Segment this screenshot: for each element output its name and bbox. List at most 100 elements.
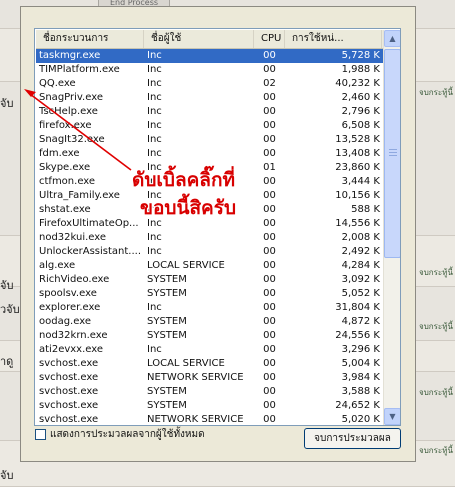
process-row[interactable]: fdm.exe Inc 00 13,408 K [36, 147, 383, 161]
process-row[interactable]: svchost.exe SYSTEM 00 24,652 K [36, 399, 383, 413]
process-memory: 3,296 K [341, 344, 380, 355]
background-link[interactable]: จบกระทู้นี้ [419, 320, 455, 333]
process-row[interactable]: RichVideo.exe SYSTEM 00 3,092 K [36, 273, 383, 287]
process-memory: 5,020 K [341, 414, 380, 425]
process-memory: 2,008 K [341, 232, 380, 243]
process-name: Skype.exe [39, 162, 91, 173]
process-row[interactable]: svchost.exe SYSTEM 00 3,588 K [36, 385, 383, 399]
process-name: taskmgr.exe [39, 50, 101, 61]
thumb-grip [389, 149, 397, 150]
background-link[interactable]: จบกระทู้นี้ [419, 86, 455, 99]
process-list-header: ชื่อกระบวนการ ชื่อผู้ใช้ CPU การใช้หน่..… [36, 30, 400, 49]
process-name: svchost.exe [39, 400, 99, 411]
process-cpu: 00 [263, 288, 276, 299]
process-user: LOCAL SERVICE [147, 260, 225, 271]
process-name: shstat.exe [39, 204, 91, 215]
process-cpu: 00 [263, 302, 276, 313]
process-cpu: 00 [263, 400, 276, 411]
process-row[interactable]: QQ.exe Inc 02 40,232 K [36, 77, 383, 91]
thumb-grip [389, 152, 397, 153]
process-row[interactable]: alg.exe LOCAL SERVICE 00 4,284 K [36, 259, 383, 273]
process-row[interactable]: firefox.exe Inc 00 6,508 K [36, 119, 383, 133]
process-row[interactable]: explorer.exe Inc 00 31,804 K [36, 301, 383, 315]
process-row[interactable]: svchost.exe LOCAL SERVICE 00 5,004 K [36, 357, 383, 371]
column-header-image-name[interactable]: ชื่อกระบวนการ [36, 30, 144, 48]
process-row[interactable]: SnagPriv.exe Inc 00 2,460 K [36, 91, 383, 105]
column-header-user-name[interactable]: ชื่อผู้ใช้ [144, 30, 254, 48]
process-row[interactable]: spoolsv.exe SYSTEM 00 5,052 K [36, 287, 383, 301]
process-cpu: 00 [263, 134, 276, 145]
process-row[interactable]: taskmgr.exe Inc 00 5,728 K [36, 49, 383, 63]
process-user: Inc [147, 246, 162, 257]
scroll-down-button[interactable]: ▼ [384, 408, 400, 425]
background-link[interactable]: จบกระทู้นี้ [419, 266, 455, 279]
process-row[interactable]: TIMPlatform.exe Inc 00 1,988 K [36, 63, 383, 77]
process-memory: 1,988 K [341, 64, 380, 75]
background-label: จับ [0, 279, 14, 292]
process-memory: 3,984 K [341, 372, 380, 383]
end-process-button[interactable]: จบการประมวลผล [304, 428, 401, 449]
process-cpu: 00 [263, 414, 276, 425]
background-label: จับ [0, 469, 14, 482]
annotation-text-line-2: ขอบนี้สิครับ [140, 197, 237, 219]
process-name: TIMPlatform.exe [39, 64, 120, 75]
process-name: TscHelp.exe [39, 106, 98, 117]
process-row[interactable]: svchost.exe NETWORK SERVICE 00 5,020 K [36, 413, 383, 425]
process-cpu: 00 [263, 372, 276, 383]
process-row[interactable]: UnlockerAssistant.... Inc 00 2,492 K [36, 245, 383, 259]
column-header-cpu[interactable]: CPU [254, 30, 285, 48]
process-name: svchost.exe [39, 372, 99, 383]
process-user: Inc [147, 344, 162, 355]
background-label: าดู [0, 355, 14, 368]
process-user: Inc [147, 120, 162, 131]
process-user: Inc [147, 50, 162, 61]
process-cpu: 00 [263, 204, 276, 215]
process-name: nod32kui.exe [39, 232, 107, 243]
process-memory: 24,556 K [335, 330, 380, 341]
process-name: Ultra_Family.exe [39, 190, 120, 201]
show-all-users-checkbox[interactable] [35, 429, 46, 440]
background-link[interactable]: จบกระทู้นี้ [419, 444, 455, 457]
process-user: Inc [147, 64, 162, 75]
process-user: Inc [147, 148, 162, 159]
process-memory: 4,872 K [341, 316, 380, 327]
column-header-memory[interactable]: การใช้หน่... [285, 30, 382, 48]
vertical-scrollbar[interactable]: ▲ ▼ [383, 30, 400, 425]
process-name: ati2evxx.exe [39, 344, 104, 355]
process-name: svchost.exe [39, 358, 99, 369]
process-cpu: 00 [263, 232, 276, 243]
process-name: fdm.exe [39, 148, 80, 159]
background-link[interactable]: จบกระทู้นี้ [419, 386, 455, 399]
process-user: Inc [147, 302, 162, 313]
process-memory: 2,796 K [341, 106, 380, 117]
process-name: ctfmon.exe [39, 176, 96, 187]
process-memory: 588 K [351, 204, 380, 215]
process-memory: 6,508 K [341, 120, 380, 131]
process-row[interactable]: ati2evxx.exe Inc 00 3,296 K [36, 343, 383, 357]
show-all-users-label[interactable]: แสดงการประมวลผลจากผู้ใช้ทั้งหมด [50, 427, 205, 442]
process-row[interactable]: SnagIt32.exe Inc 00 13,528 K [36, 133, 383, 147]
process-row[interactable]: svchost.exe NETWORK SERVICE 00 3,984 K [36, 371, 383, 385]
thumb-grip [389, 155, 397, 156]
process-user: SYSTEM [147, 400, 187, 411]
process-name: explorer.exe [39, 302, 101, 313]
process-cpu: 00 [263, 120, 276, 131]
annotation-text-line-1: ดับเบิ้ลคลิ๊กที่ [132, 169, 235, 191]
process-row[interactable]: TscHelp.exe Inc 00 2,796 K [36, 105, 383, 119]
scrollbar-thumb[interactable] [384, 49, 400, 258]
process-list[interactable]: ชื่อกระบวนการ ชื่อผู้ใช้ CPU การใช้หน่..… [34, 28, 401, 426]
process-cpu: 01 [263, 162, 276, 173]
process-name: RichVideo.exe [39, 274, 110, 285]
process-row[interactable]: oodag.exe SYSTEM 00 4,872 K [36, 315, 383, 329]
process-user: Inc [147, 232, 162, 243]
process-memory: 31,804 K [335, 302, 380, 313]
process-user: SYSTEM [147, 330, 187, 341]
process-row[interactable]: nod32krn.exe SYSTEM 00 24,556 K [36, 329, 383, 343]
scroll-up-button[interactable]: ▲ [384, 30, 400, 47]
process-cpu: 00 [263, 274, 276, 285]
process-memory: 24,652 K [335, 400, 380, 411]
task-manager-processes-panel: ชื่อกระบวนการ ชื่อผู้ใช้ CPU การใช้หน่..… [20, 6, 416, 462]
process-user: Inc [147, 134, 162, 145]
process-row[interactable]: nod32kui.exe Inc 00 2,008 K [36, 231, 383, 245]
process-name: QQ.exe [39, 78, 76, 89]
